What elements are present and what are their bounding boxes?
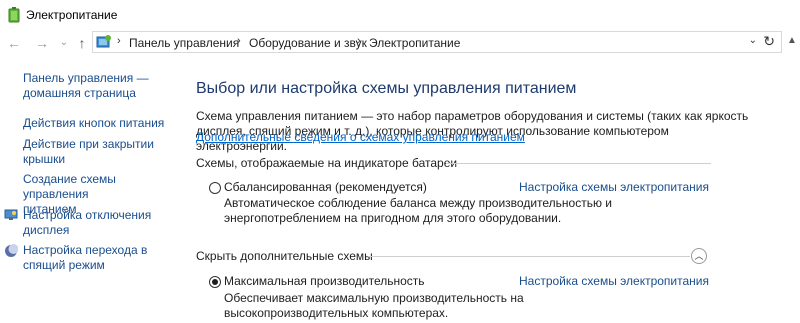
page-title: Выбор или настройка схемы управления пит…	[196, 80, 577, 97]
breadcrumb-control-panel[interactable]: Панель управления	[129, 36, 239, 50]
sidebar-item-lid-close[interactable]: Действие при закрытии крышки	[23, 137, 154, 167]
sidebar-item-label: спящий режим	[23, 258, 105, 272]
back-arrow-icon[interactable]: ←	[6, 34, 22, 52]
forward-arrow-icon[interactable]: →	[34, 34, 50, 52]
breadcrumb-hardware-sound[interactable]: Оборудование и звук	[249, 36, 367, 50]
plan-description-balanced: Автоматическое соблюдение баланса между …	[224, 196, 613, 225]
more-info-link[interactable]: Дополнительные сведения о схемах управле…	[196, 130, 525, 144]
plan-name-balanced[interactable]: Сбалансированная (рекомендуется)	[224, 180, 427, 194]
sidebar-item-label: домашняя страница	[23, 86, 136, 100]
up-arrow-icon[interactable]: ↑	[74, 34, 90, 52]
sidebar-item-label: дисплея	[23, 223, 70, 237]
plan-settings-link-high-performance[interactable]: Настройка схемы электропитания	[519, 274, 709, 288]
section-divider	[446, 163, 711, 164]
sidebar-item-label: Настройка перехода в	[23, 243, 148, 257]
control-panel-icon	[96, 34, 112, 55]
battery-icon	[8, 7, 20, 28]
sidebar-item-label: Настройка отключения	[23, 208, 152, 222]
collapse-chevron-icon[interactable]: ︿	[691, 248, 707, 264]
window-title: Электропитание	[26, 8, 118, 22]
sidebar-item-label: Создание схемы управления	[23, 172, 116, 201]
recent-dropdown-icon[interactable]: ⌄	[56, 34, 72, 52]
section-title-battery: Схемы, отображаемые на индикаторе батаре…	[196, 156, 458, 170]
sidebar-item-label: Действия кнопок питания	[23, 116, 165, 130]
navigation-bar: ← → ⌄ ↑ › Панель управления › Оборудован…	[0, 30, 800, 57]
section-title-hidden-plans: Скрыть дополнительные схемы	[196, 249, 373, 263]
breadcrumb-separator: ›	[357, 35, 361, 47]
breadcrumb-power-options[interactable]: Электропитание	[369, 36, 460, 50]
scroll-up-icon[interactable]: ▲	[784, 30, 800, 52]
breadcrumb-separator: ›	[237, 35, 241, 47]
title-bar: Электропитание	[0, 0, 800, 30]
radio-high-performance[interactable]	[209, 276, 221, 288]
plan-name-high-performance[interactable]: Максимальная производительность	[224, 274, 425, 288]
sidebar-item-power-buttons[interactable]: Действия кнопок питания	[23, 116, 164, 131]
sidebar-item-label: Панель управления —	[23, 71, 149, 85]
section-divider	[368, 256, 690, 257]
sidebar-item-label: Действие при закрытии	[23, 137, 154, 151]
address-bar[interactable]: › Панель управления › Оборудование и зву…	[92, 31, 782, 53]
sidebar-item-control-panel-home[interactable]: Панель управления — домашняя страница	[23, 71, 149, 101]
breadcrumb-separator: ›	[117, 35, 121, 47]
address-dropdown-icon[interactable]: ⌄	[749, 35, 757, 46]
sidebar-item-display-off[interactable]: Настройка отключения дисплея	[23, 208, 151, 238]
radio-balanced[interactable]	[209, 182, 221, 194]
display-icon	[4, 208, 18, 227]
refresh-icon[interactable]: ↻	[763, 33, 775, 50]
plan-description-high-performance: Обеспечивает максимальную производительн…	[224, 291, 524, 320]
moon-icon	[4, 244, 19, 263]
sidebar-item-sleep[interactable]: Настройка перехода в спящий режим	[23, 243, 147, 273]
plan-settings-link-balanced[interactable]: Настройка схемы электропитания	[519, 180, 709, 194]
sidebar-item-label: крышки	[23, 152, 66, 166]
